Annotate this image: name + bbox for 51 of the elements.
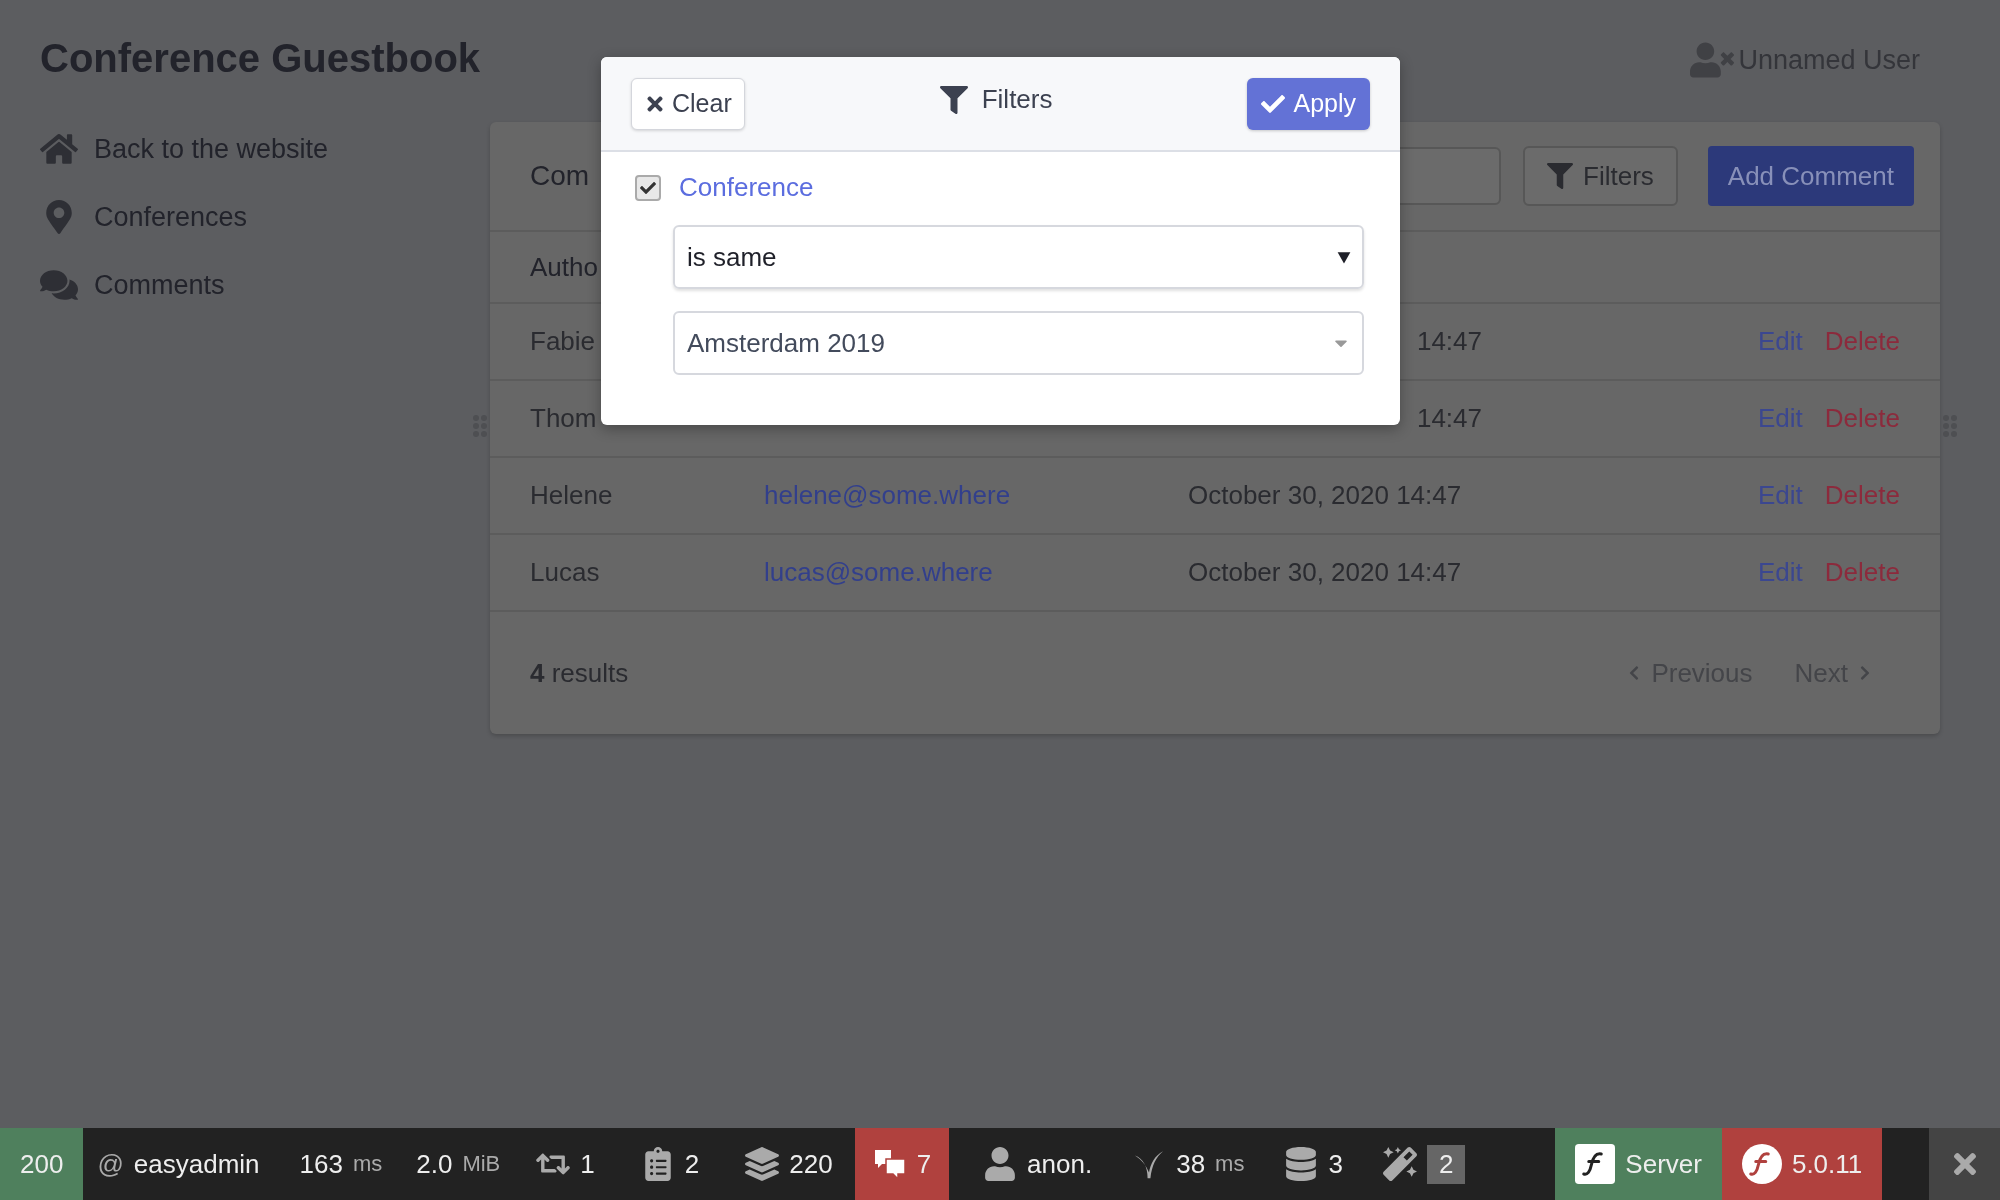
home-icon xyxy=(40,132,78,166)
metric-item[interactable]: 163 ms xyxy=(299,1128,383,1200)
table-cell-text: October 30, 2020 14:47 xyxy=(1188,480,1463,511)
translation-item[interactable]: 7 xyxy=(854,1128,950,1200)
toolbar-item[interactable]: 1 xyxy=(536,1128,595,1200)
filter-icon xyxy=(1547,163,1574,189)
toolbar-item[interactable]: 2 xyxy=(640,1128,700,1200)
metric-item[interactable]: 38 ms xyxy=(1132,1128,1245,1200)
panel-title: Com xyxy=(530,160,590,192)
table-cell: Thom xyxy=(530,403,594,434)
status-code[interactable]: 200 xyxy=(0,1128,84,1200)
toolbar-item[interactable]: 2 xyxy=(1382,1128,1466,1200)
framework-logo-icon xyxy=(1741,1144,1782,1184)
comparison-select[interactable]: is same xyxy=(673,225,1364,289)
layers-icon xyxy=(745,1147,780,1181)
database-icon xyxy=(1284,1147,1319,1181)
speech-bubbles-icon xyxy=(40,268,78,302)
sidebar-item[interactable]: Comments xyxy=(40,251,225,319)
filter-icon xyxy=(939,84,968,115)
user-icon xyxy=(983,1147,1018,1181)
sidebar-item[interactable]: Back to the website xyxy=(40,115,329,183)
toolbar-item[interactable]: 3 xyxy=(1284,1128,1343,1200)
app-title: Conference Guestbook xyxy=(40,36,482,81)
check-icon xyxy=(640,179,656,196)
value-select[interactable]: Amsterdam 2019 xyxy=(673,311,1364,375)
dialog-title: Filters xyxy=(981,84,1053,115)
route-name[interactable]: @ easyadmin xyxy=(97,1128,260,1200)
table-cell-text: 14:47 xyxy=(1415,403,1482,434)
toolbar-item[interactable]: 220 xyxy=(745,1128,833,1200)
version-item[interactable]: 5.0.11 xyxy=(1721,1128,1883,1200)
wand-icon xyxy=(1382,1147,1417,1181)
table-cell-text: 14:47 xyxy=(1415,326,1482,357)
sidebar-item[interactable]: Conferences xyxy=(40,183,248,251)
clear-button[interactable]: Clear xyxy=(631,77,745,130)
results-count: 4 results xyxy=(530,657,630,689)
filter-label[interactable]: Conference xyxy=(679,172,814,203)
framework-logo-icon xyxy=(1575,1144,1616,1184)
filter-checkbox[interactable] xyxy=(635,174,661,201)
table-cell-text: Lucas xyxy=(530,557,601,588)
table-cell-text: October 30, 2020 14:47 xyxy=(1188,557,1463,588)
server-item[interactable]: Server xyxy=(1555,1128,1722,1200)
table-cell: Fabie xyxy=(530,326,594,357)
close-button[interactable] xyxy=(1929,1128,2000,1200)
filters-button[interactable]: Filters xyxy=(1523,146,1678,206)
metric-item[interactable]: 2.0 MiB xyxy=(416,1128,501,1200)
add-comment-button[interactable]: Add Comment xyxy=(1707,146,1914,206)
table-cell-text: Helene xyxy=(530,480,614,511)
toolbar-item[interactable]: anon. xyxy=(983,1128,1093,1200)
apply-button[interactable]: Apply xyxy=(1247,77,1370,130)
chevron-right-icon xyxy=(1858,665,1872,681)
user-icon xyxy=(1690,40,1735,80)
